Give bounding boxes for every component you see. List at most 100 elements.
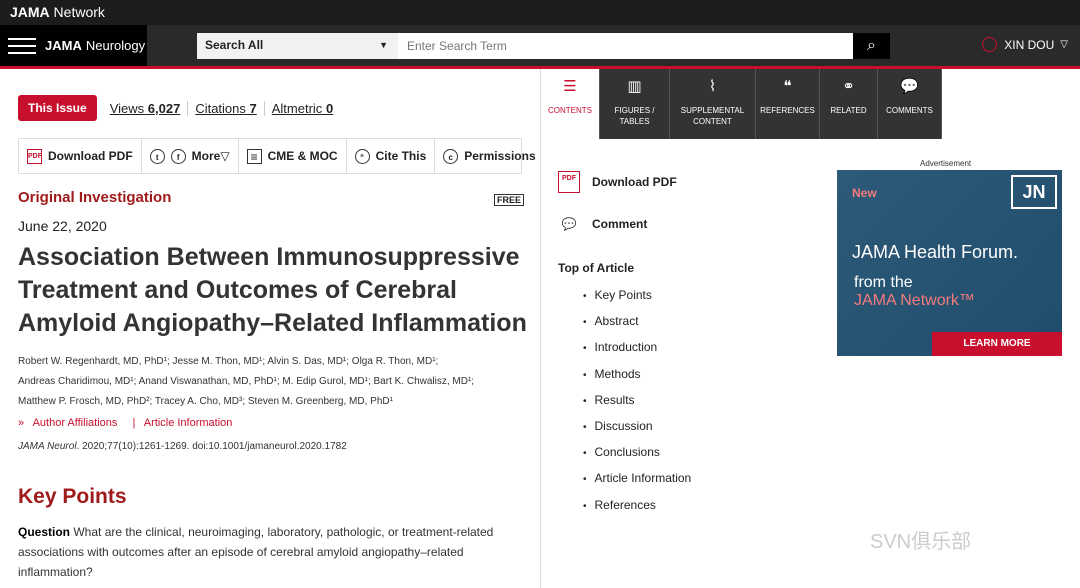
tab-comments[interactable]: 💬 COMMENTS [878,69,942,139]
search-input[interactable] [398,33,853,59]
network-logo-suffix: Network [49,4,105,20]
pdf-icon: PDF [558,171,580,193]
article-toolbar: PDF Download PDF t f More ▽ ≡ CME & MOC “ Cite… [18,138,536,174]
free-badge: FREE [494,194,525,206]
journal-brand-name: Neurology [85,38,146,53]
search-scope-select[interactable]: Search All ▼ [197,33,398,59]
publication-date: June 22, 2020 [18,218,107,234]
toc-heading: Top of Article [558,261,634,275]
download-pdf-label: Download PDF [48,149,133,163]
tab-related[interactable]: ⚭ RELATED [820,69,878,139]
author-affiliations-label: Author Affiliations [32,417,118,429]
advertisement-label: Advertisement [920,159,972,168]
paperclip-icon: ⌇ [708,78,717,95]
user-name: XIN DOU [1004,37,1055,52]
tab-label: CONTENTS [548,106,592,115]
toc-item-article-information[interactable]: Article Information [583,471,692,497]
list-icon: ☰ [563,78,577,95]
cite-this-button[interactable]: “ Cite This [347,139,436,173]
table-of-contents: Key Points Abstract Introduction Methods… [583,288,692,524]
key-points-question: Question What are the clinical, neuroima… [18,522,518,582]
author-line[interactable]: Robert W. Regenhardt, MD, PhD¹; Jesse M.… [18,352,508,372]
tab-label: SUPPLEMENTAL CONTENT [680,106,745,126]
citations-link[interactable]: Citations 7 [188,100,265,116]
site-header: JAMA Neurology Search All ▼ ⌕ XIN DOU ▽ [0,25,1080,69]
author-line[interactable]: Matthew P. Frosch, MD, PhD²; Tracey A. C… [18,392,508,412]
ad-from: from the [854,274,913,291]
views-link[interactable]: Views 6,027 [103,100,189,116]
article-information-link[interactable]: Article Information [144,417,233,429]
this-issue-button[interactable]: This Issue [18,95,97,121]
tab-label: COMMENTS [886,106,933,115]
toc-item-abstract[interactable]: Abstract [583,314,691,340]
journal-brand[interactable]: JAMA Neurology [0,25,147,66]
search-icon: ⌕ [867,37,876,54]
journal-brand-bold: JAMA [45,38,82,53]
search-scope-label: Search All [205,38,264,52]
sidebar-tabs: ☰ CONTENTS ▥ FIGURES / TABLES ⌇ SUPPLEMENTA… [541,69,942,139]
author-affiliations-link[interactable]: » Author Affiliations [18,417,123,429]
quote-icon: ❝ [783,78,792,95]
toc-item-methods[interactable]: Methods [583,367,691,393]
altmetric-count: 0 [325,100,334,116]
learn-more-button[interactable]: LEARN MORE [932,332,1062,356]
tab-contents[interactable]: ☰ CONTENTS [541,69,600,139]
views-count: 6,027 [147,100,181,116]
facebook-icon[interactable]: f [170,148,186,164]
tab-references[interactable]: ❝ REFERENCES [756,69,820,139]
more-label: More [191,149,221,163]
advertisement-banner[interactable]: JN New JAMA Health Forum. from the JAMA … [837,170,1062,356]
author-line[interactable]: Andreas Charidimou, MD¹; Anand Viswanath… [18,372,508,392]
toc-item-key-points[interactable]: Key Points [583,288,691,314]
tab-label: REFERENCES [760,106,815,115]
comment-icon: 💬 [900,78,919,95]
hamburger-menu-icon[interactable] [8,33,36,59]
article-meta-links: » Author Affiliations | Article Informat… [18,417,238,429]
toc-item-references[interactable]: References [583,498,691,524]
author-list: Robert W. Regenhardt, MD, PhD¹; Jesse M.… [18,352,508,412]
pdf-icon: PDF [27,148,42,164]
chevron-down-icon: ▽ [1060,39,1068,50]
ad-network: JAMA Network™ [854,292,975,309]
ad-new-label: New [852,186,877,200]
cme-label: CME & MOC [267,149,338,163]
sidebar-comment-label: Comment [592,217,648,231]
tab-figures-tables[interactable]: ▥ FIGURES / TABLES [600,69,670,139]
twitter-icon[interactable]: t [149,148,165,164]
watermark: SVN俱乐部 [870,531,972,553]
article-title: Association Between Immunosuppressive Tr… [18,243,527,337]
tab-supplemental-content[interactable]: ⌇ SUPPLEMENTAL CONTENT [670,69,756,139]
comment-icon: 💬 [561,217,577,231]
chart-icon: ▥ [627,78,642,95]
sidebar-download-pdf[interactable]: PDF Download PDF [558,170,677,194]
share-more-button[interactable]: t f More ▽ [142,139,239,173]
citations-label: Citations [195,100,246,116]
search-button[interactable]: ⌕ [853,33,890,59]
certificate-icon: ≡ [246,148,262,164]
toc-item-conclusions[interactable]: Conclusions [583,445,691,471]
chevron-down-icon: ▽ [220,149,230,163]
sidebar-comment[interactable]: 💬 Comment [558,212,677,236]
sidebar-download-pdf-label: Download PDF [592,175,677,189]
permissions-label: Permissions [464,149,536,163]
article-type: Original Investigation [18,189,172,206]
network-logo[interactable]: JAMA [10,4,50,20]
toc-item-introduction[interactable]: Introduction [583,340,691,366]
ad-title: JAMA Health Forum. [852,242,1019,262]
link-divider: | [132,417,136,429]
key-points-heading: Key Points [18,485,127,508]
toc-item-discussion[interactable]: Discussion [583,419,691,445]
user-menu[interactable]: XIN DOU ▽ [982,37,1068,52]
views-label: Views [109,100,145,116]
altmetric-label: Altmetric [271,100,323,116]
cme-moc-button[interactable]: ≡ CME & MOC [239,139,347,173]
sidebar-actions: PDF Download PDF 💬 Comment [558,170,677,254]
link-icon: ⚭ [842,78,855,95]
tab-label: FIGURES / TABLES [614,106,655,126]
toc-item-results[interactable]: Results [583,393,691,419]
altmetric-link[interactable]: Altmetric 0 [265,101,340,116]
download-pdf-button[interactable]: PDF Download PDF [19,139,142,173]
permissions-button[interactable]: c Permissions [435,139,543,173]
cite-label: Cite This [375,149,427,163]
citation-details: . 2020;77(10):1261-1269. doi:10.1001/jam… [76,441,347,452]
